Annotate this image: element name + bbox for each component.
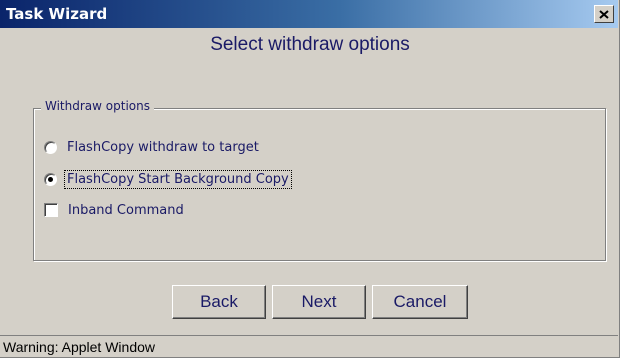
option-label: FlashCopy withdraw to target — [67, 139, 259, 155]
status-text: Warning: Applet Window — [3, 339, 155, 355]
next-button[interactable]: Next — [272, 285, 366, 319]
radio-dot — [48, 176, 53, 182]
close-icon — [599, 9, 609, 19]
window-title: Task Wizard — [6, 5, 108, 23]
radio-flashcopy-withdraw[interactable]: FlashCopy withdraw to target — [44, 137, 261, 157]
close-button[interactable] — [594, 5, 614, 23]
checkbox-inband-command[interactable]: Inband Command — [44, 200, 186, 220]
option-label: FlashCopy Start Background Copy — [64, 169, 292, 189]
title-bar[interactable]: Task Wizard — [0, 0, 618, 28]
radio-button[interactable] — [44, 140, 57, 154]
checkbox[interactable] — [44, 203, 58, 217]
option-label: Inband Command — [68, 202, 184, 218]
status-bar: Warning: Applet Window — [0, 335, 618, 357]
task-wizard-window: Task Wizard Select withdraw options With… — [0, 0, 620, 358]
cancel-button[interactable]: Cancel — [372, 285, 468, 319]
radio-flashcopy-background[interactable]: FlashCopy Start Background Copy — [44, 169, 292, 189]
back-button[interactable]: Back — [172, 285, 266, 319]
page-heading: Select withdraw options — [210, 34, 410, 55]
group-legend: Withdraw options — [41, 99, 154, 113]
radio-button-selected[interactable] — [44, 172, 57, 186]
